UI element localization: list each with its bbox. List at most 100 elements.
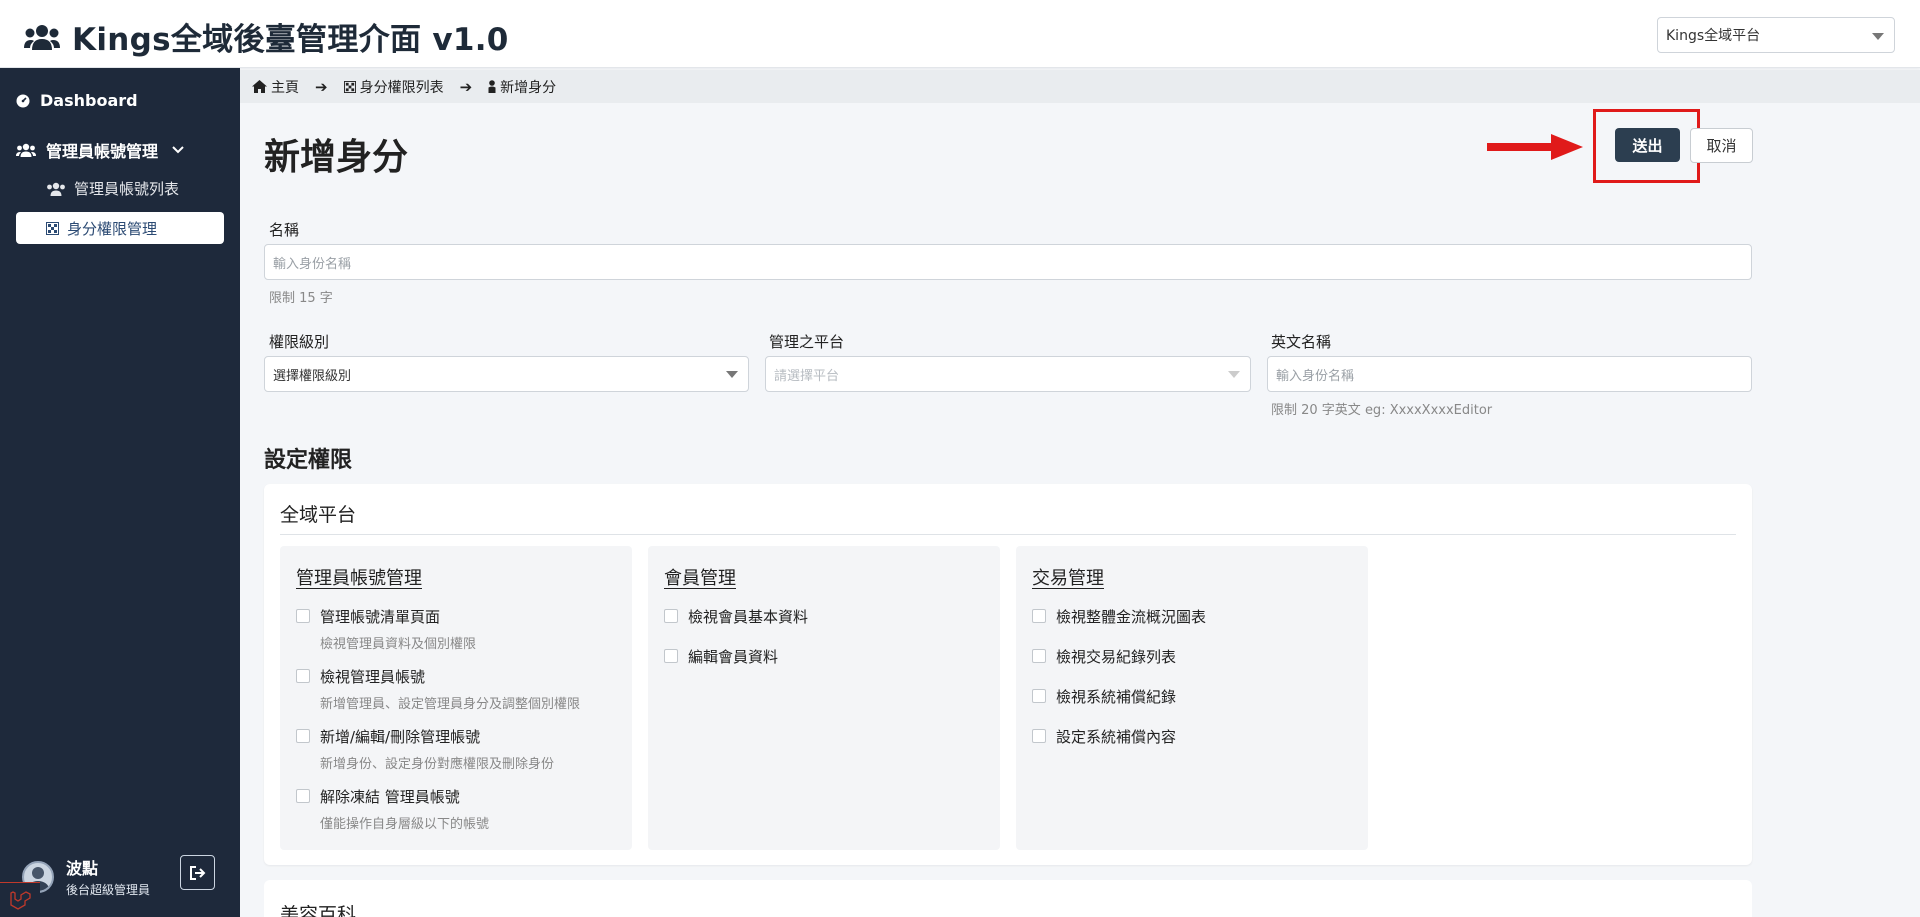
permission-item: 檢視系統補償紀錄 [1032,686,1176,707]
group-title: 交易管理 [1032,568,1104,589]
permission-label: 解除凍結 管理員帳號 [320,788,460,806]
permission-item: 管理帳號清單頁面 檢視管理員資料及個別權限 [296,606,476,652]
user-icon [488,80,496,93]
level-label: 權限級別 [269,333,330,351]
level-select[interactable]: 選擇權限級別 [264,356,749,392]
user-profile: 波點 後台超級管理員 [22,855,150,898]
top-header: Kings全域後臺管理介面 v1.0 Kings全域平台 [0,0,1920,68]
permission-desc: 檢視管理員資料及個別權限 [320,637,477,652]
platform-label: 管理之平台 [769,333,845,351]
app-title-text: Kings全域後臺管理介面 v1.0 [72,22,509,58]
permission-checkbox[interactable] [296,669,310,683]
name-input-placeholder: 輸入身份名稱 [273,256,352,272]
breadcrumb-home-label: 主頁 [271,79,299,96]
platform-select[interactable]: Kings全域平台 [1657,17,1895,53]
permission-checkbox[interactable] [1032,649,1046,663]
breadcrumb-add-role: 新增身分 [488,77,556,97]
permission-checkbox[interactable] [1032,689,1046,703]
permission-desc: 新增管理員、設定管理員身分及調整個別權限 [320,697,581,712]
permission-label: 新增/編輯/刪除管理帳號 [320,728,481,746]
laravel-logo-icon [0,882,40,917]
sidebar-item-label: Dashboard [40,91,138,110]
user-name: 波點 [66,859,99,878]
app-title: Kings全域後臺管理介面 v1.0 [24,14,509,59]
arrow-right-icon: ➔ [315,77,328,96]
permission-item: 解除凍結 管理員帳號 僅能操作自身層級以下的帳號 [296,786,489,832]
level-select-value: 選擇權限級別 [273,368,352,384]
permission-desc: 新增身份、設定身份對應權限及刪除身份 [320,757,555,772]
permission-item: 檢視整體金流概況圖表 [1032,606,1206,627]
gauge-icon [16,94,30,107]
permission-checkbox[interactable] [296,609,310,623]
permission-label: 檢視整體金流概況圖表 [1056,608,1207,626]
breadcrumb-role-list-label: 身分權限列表 [359,79,444,96]
managed-platform-select[interactable]: 請選擇平台 [765,356,1251,392]
en-name-input-placeholder: 輸入身份名稱 [1276,368,1355,384]
card-title: 全域平台 [280,504,357,526]
permissions-card: 全域平台 管理員帳號管理 管理帳號清單頁面 檢視管理員資料及個別權限 檢視管理員… [264,484,1752,865]
permission-label: 檢視會員基本資料 [688,608,809,626]
breadcrumb-add-role-label: 新增身分 [500,79,557,96]
en-name-input[interactable]: 輸入身份名稱 [1267,356,1752,392]
user-role: 後台超級管理員 [66,883,151,897]
users-icon [47,182,65,196]
name-input[interactable]: 輸入身份名稱 [264,244,1752,280]
permission-label: 管理帳號清單頁面 [320,608,441,626]
sidebar-item-dashboard[interactable]: Dashboard [16,91,138,110]
arrow-right-icon: ➔ [459,77,473,96]
chevron-down-icon [1872,33,1884,40]
group-title: 管理員帳號管理 [296,568,422,589]
permissions-section-title: 設定權限 [264,448,353,473]
permission-checkbox[interactable] [1032,729,1046,743]
permission-item: 編輯會員資料 [664,646,778,667]
sidebar-item-admin-list[interactable]: 管理員帳號列表 [46,178,179,199]
permission-item: 新增/編輯/刪除管理帳號 新增身份、設定身份對應權限及刪除身份 [296,726,554,772]
name-hint: 限制 15 字 [269,291,333,306]
permission-label: 檢視管理員帳號 [320,668,426,686]
permission-desc: 僅能操作自身層級以下的帳號 [320,817,490,832]
card-title: 美容百科 [280,904,357,917]
en-name-hint: 限制 20 字英文 eg: XxxxXxxxEditor [1271,403,1493,418]
breadcrumb-home[interactable]: 主頁 [252,77,299,97]
permission-label: 檢視系統補償紀錄 [1056,688,1177,706]
permission-checkbox[interactable] [296,729,310,743]
permission-label: 檢視交易紀錄列表 [1056,648,1177,666]
permission-group-transaction: 交易管理 檢視整體金流概況圖表 檢視交易紀錄列表 檢視系統補償紀錄 設定系統補償… [1016,546,1368,850]
page-title: 新增身分 [264,137,409,178]
permission-checkbox[interactable] [664,609,678,623]
breadcrumb: 主頁 ➔ 身分權限列表 ➔ 新增身分 [240,70,1920,103]
submit-button[interactable]: 送出 [1615,128,1680,162]
permission-label: 設定系統補償內容 [1056,728,1177,746]
permission-item: 檢視會員基本資料 [664,606,808,627]
managed-platform-placeholder: 請選擇平台 [774,368,840,384]
en-name-label: 英文名稱 [1271,333,1332,351]
red-arrow-annotation [1487,134,1583,160]
sidebar-item-role-mgmt[interactable]: 身分權限管理 [16,212,224,244]
permissions-card-beauty: 美容百科 [264,880,1752,917]
name-label: 名稱 [269,221,300,239]
permission-checkbox[interactable] [296,789,310,803]
sidebar-item-label: 管理員帳號列表 [74,180,180,198]
permission-item: 檢視交易紀錄列表 [1032,646,1176,667]
platform-select-value: Kings全域平台 [1666,28,1761,44]
permission-group-admin: 管理員帳號管理 管理帳號清單頁面 檢視管理員資料及個別權限 檢視管理員帳號 新增… [280,546,632,850]
chevron-down-icon [1228,371,1240,378]
logout-icon [189,865,205,880]
breadcrumb-role-list[interactable]: 身分權限列表 [343,77,444,97]
cancel-button[interactable]: 取消 [1690,128,1753,163]
users-icon [16,143,36,157]
sidebar-item-label: 身分權限管理 [67,219,158,238]
sidebar-item-label: 管理員帳號管理 [46,142,159,161]
home-icon [252,80,267,93]
chevron-down-icon [172,146,184,154]
permission-group-member: 會員管理 檢視會員基本資料 編輯會員資料 [648,546,1000,850]
divider [280,534,1736,535]
permission-checkbox[interactable] [664,649,678,663]
users-icon [24,24,60,50]
permission-label: 編輯會員資料 [688,648,779,666]
chevron-down-icon [726,371,738,378]
permission-item: 檢視管理員帳號 新增管理員、設定管理員身分及調整個別權限 [296,666,580,712]
sidebar-item-admin-group[interactable]: 管理員帳號管理 [16,138,184,162]
logout-button[interactable] [180,855,215,890]
permission-checkbox[interactable] [1032,609,1046,623]
